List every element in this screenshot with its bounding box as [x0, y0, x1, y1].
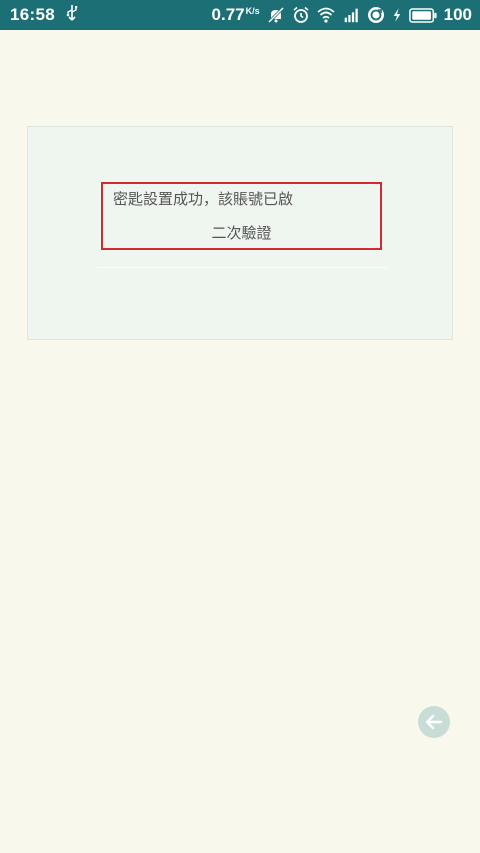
status-time: 16:58 [10, 5, 55, 24]
signal-icon [342, 6, 360, 24]
charging-icon [392, 6, 402, 24]
back-button[interactable] [418, 706, 450, 738]
wifi-icon [317, 6, 335, 24]
alarm-icon [292, 6, 310, 24]
network-speed: 0.77K/s [211, 5, 260, 24]
success-dialog: 密匙設置成功，該賬號已啟 二次驗證 [27, 126, 453, 340]
battery-icon [408, 7, 437, 23]
mute-icon [267, 6, 285, 24]
dialog-message-line2: 二次驗證 [211, 224, 272, 242]
divider [98, 267, 388, 268]
usb-icon [65, 4, 79, 27]
arrow-left-icon [425, 714, 443, 730]
message-highlight-box: 密匙設置成功，該賬號已啟 二次驗證 [101, 182, 382, 250]
dialog-message-line1: 密匙設置成功，該賬號已啟 [113, 190, 294, 208]
battery-level: 100 [443, 5, 472, 24]
sync-icon [367, 6, 385, 24]
status-bar: 16:58 0.77K/s 100 [0, 0, 480, 30]
